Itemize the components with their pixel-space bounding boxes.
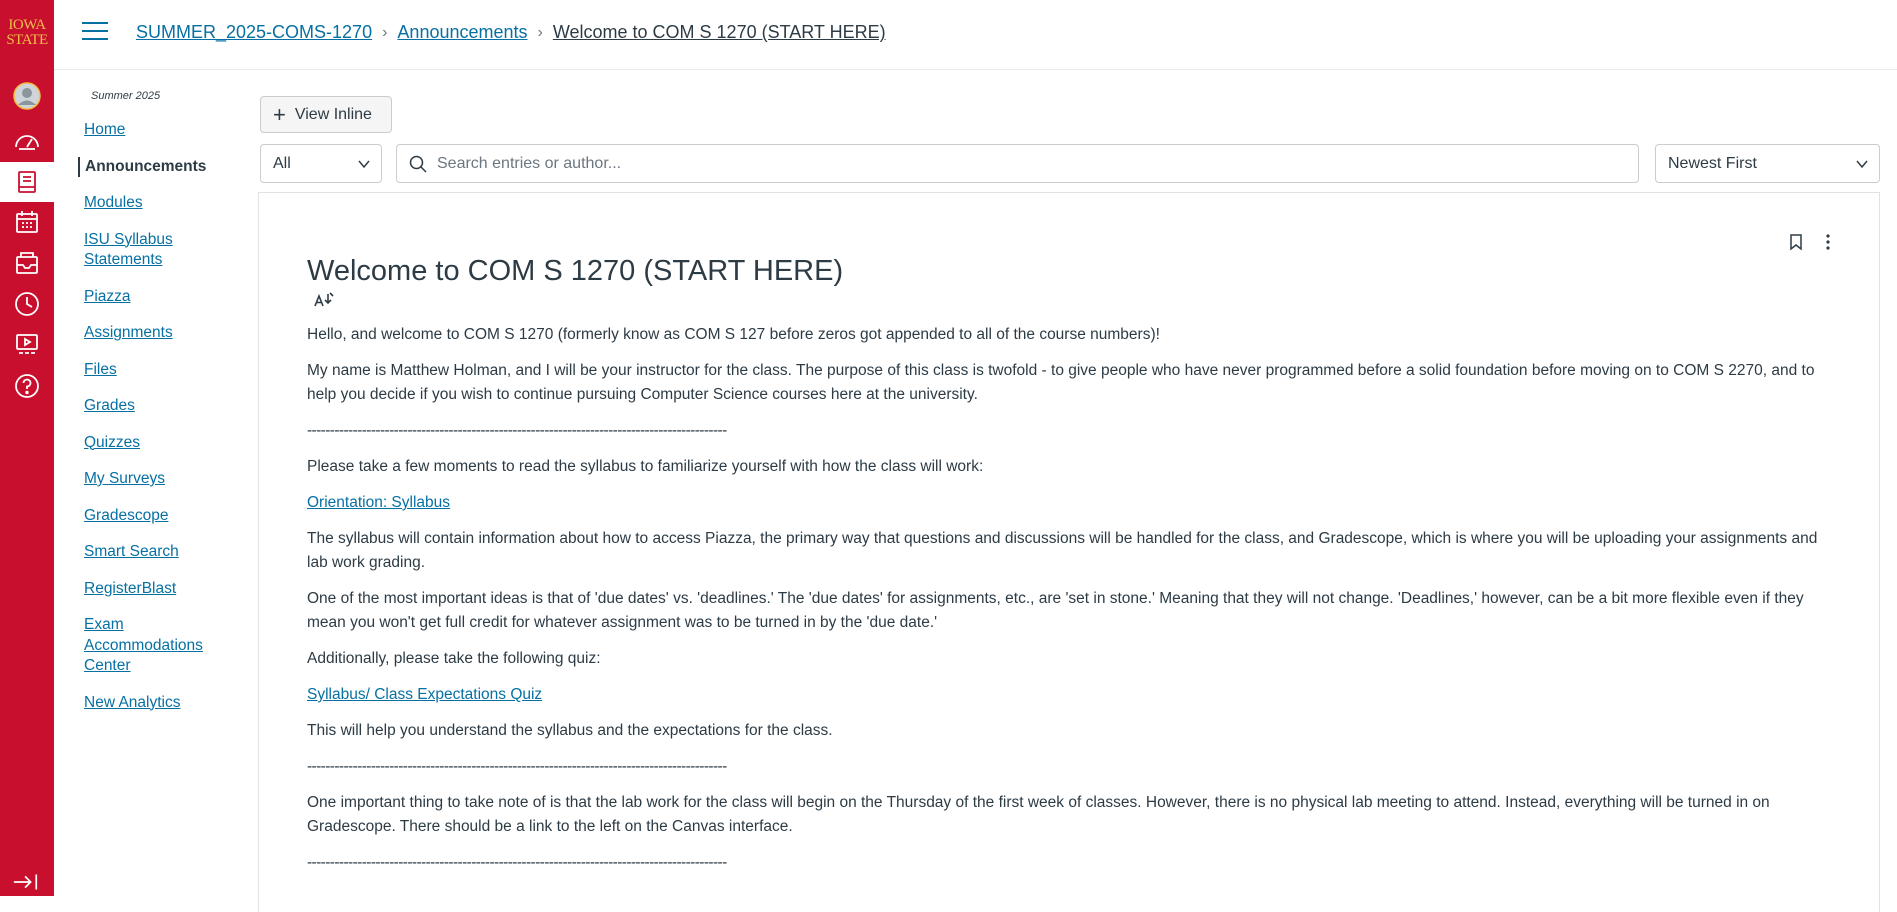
course-nav-link[interactable]: RegisterBlast [84,580,176,597]
course-nav-link[interactable]: Modules [84,194,143,211]
plus-icon: + [273,101,286,127]
course-nav-link[interactable]: Exam Accommodations Center [84,616,203,674]
courses-button[interactable] [0,162,54,202]
post-actions [1787,233,1837,251]
search-input[interactable] [437,145,1627,182]
sort-select[interactable]: Newest First [1655,144,1880,183]
search-icon [409,155,427,173]
filter-value: All [273,155,291,172]
course-nav-link[interactable]: Home [84,121,125,138]
courses-icon [18,171,36,193]
text-divider: ----------------------------------------… [307,758,727,775]
inbox-button[interactable] [0,243,54,283]
collapse-arrow-icon [13,874,38,890]
course-nav-new-analytics[interactable]: New Analytics [78,693,228,714]
help-button[interactable] [0,366,54,406]
bookmark-icon[interactable] [1787,233,1805,251]
course-nav-assignments[interactable]: Assignments [78,323,228,344]
post-paragraph: Please take a few moments to read the sy… [307,458,984,475]
global-nav: IOWA STATE [0,0,54,896]
course-nav-link[interactable]: Quizzes [84,434,140,451]
course-nav: Summer 2025 Home Announcements Modules I… [78,90,228,729]
course-nav-home[interactable]: Home [78,120,228,141]
header: SUMMER_2025-COMS-1270 › Announcements › … [54,0,1897,70]
dashboard-icon [15,135,39,150]
translate-icon[interactable] [313,292,335,308]
calendar-icon [16,211,38,233]
breadcrumb-announcements[interactable]: Announcements [397,22,527,43]
text-divider: ----------------------------------------… [307,422,727,439]
dashboard-button[interactable] [0,121,54,161]
sort-value: Newest First [1668,155,1757,172]
course-nav-link[interactable]: ISU Syllabus Statements [84,231,173,269]
course-nav-link[interactable]: My Surveys [84,470,165,487]
post-paragraph: The syllabus will contain information ab… [307,530,1818,571]
post-paragraph: Additionally, please take the following … [307,650,601,667]
course-nav-grades[interactable]: Grades [78,396,228,417]
course-nav-link[interactable]: Grades [84,397,135,414]
account-button[interactable] [0,76,54,116]
view-inline-label: View Inline [294,105,372,123]
course-nav-modules[interactable]: Modules [78,193,228,214]
collapse-nav-button[interactable] [12,868,42,890]
hamburger-menu-icon[interactable] [82,22,108,44]
syllabus-link[interactable]: Orientation: Syllabus [307,494,450,511]
post-paragraph: This will help you understand the syllab… [307,722,833,739]
course-nav-smart-search[interactable]: Smart Search [78,542,228,563]
course-nav-link[interactable]: Gradescope [84,507,168,524]
announcement-post: Welcome to COM S 1270 (START HERE) Hello… [258,192,1880,912]
course-nav-my-surveys[interactable]: My Surveys [78,469,228,490]
course-nav-registerblast[interactable]: RegisterBlast [78,579,228,600]
view-inline-button[interactable]: + View Inline [260,96,392,133]
post-body: Welcome to COM S 1270 (START HERE) Hello… [307,255,1837,887]
course-nav-quizzes[interactable]: Quizzes [78,433,228,454]
help-icon [15,374,39,398]
history-icon [15,292,39,316]
course-nav-link[interactable]: New Analytics [84,694,180,711]
studio-button[interactable] [0,325,54,365]
quiz-link[interactable]: Syllabus/ Class Expectations Quiz [307,686,542,703]
course-nav-link[interactable]: Files [84,361,117,378]
breadcrumb-current[interactable]: Welcome to COM S 1270 (START HERE) [553,22,886,43]
logo-line-1: IOWA [8,17,46,33]
history-button[interactable] [0,284,54,324]
course-nav-link[interactable]: Assignments [84,324,173,341]
filter-select[interactable]: All [260,144,382,183]
course-nav-announcements[interactable]: Announcements [78,156,228,177]
more-options-icon[interactable] [1819,233,1837,251]
course-nav-files[interactable]: Files [78,360,228,381]
post-paragraph: Hello, and welcome to COM S 1270 (former… [307,326,1160,343]
course-nav-piazza[interactable]: Piazza [78,287,228,308]
breadcrumb-course[interactable]: SUMMER_2025-COMS-1270 [136,22,372,43]
post-paragraph: One important thing to take note of is t… [307,794,1770,835]
term-label: Summer 2025 [91,90,161,102]
logo-line-2: STATE [6,32,48,48]
text-divider: ----------------------------------------… [307,854,727,871]
breadcrumb-separator-icon: › [537,23,543,41]
calendar-button[interactable] [0,202,54,242]
post-title: Welcome to COM S 1270 (START HERE) [307,255,844,287]
studio-icon [16,334,38,354]
course-nav-exam-accommodations[interactable]: Exam Accommodations Center [78,615,208,677]
breadcrumb-separator-icon: › [382,23,388,41]
course-nav-link[interactable]: Piazza [84,288,131,305]
post-paragraph: My name is Matthew Holman, and I will be… [307,362,1815,403]
account-icon [13,82,41,110]
breadcrumb: SUMMER_2025-COMS-1270 › Announcements › … [136,22,886,43]
course-nav-link[interactable]: Announcements [85,158,206,175]
iowa-state-logo[interactable]: IOWA STATE [0,18,54,48]
course-nav-gradescope[interactable]: Gradescope [78,506,228,527]
chevron-down-icon [1856,160,1868,169]
search-box [396,144,1639,183]
chevron-down-icon [358,160,370,169]
course-nav-syllabus-statements[interactable]: ISU Syllabus Statements [78,230,228,271]
inbox-icon [16,252,38,274]
post-paragraph: One of the most important ideas is that … [307,590,1804,631]
course-nav-link[interactable]: Smart Search [84,543,179,560]
